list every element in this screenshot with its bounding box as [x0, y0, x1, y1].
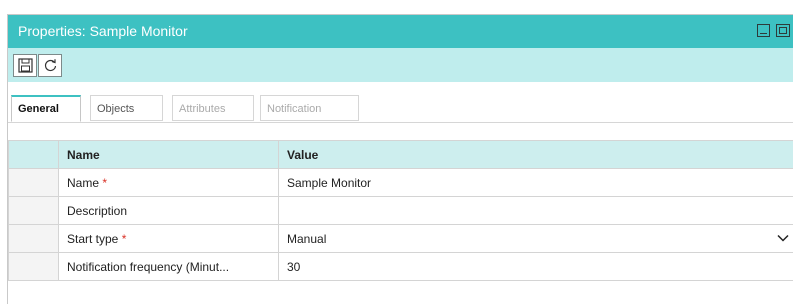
grid-header-row: Name Value — [8, 140, 793, 169]
tab-general[interactable]: General — [11, 95, 81, 122]
property-name: Name — [67, 175, 100, 190]
column-header-name[interactable]: Name — [58, 140, 279, 169]
maximize-icon[interactable] — [776, 24, 790, 37]
required-marker: * — [121, 231, 127, 246]
table-row[interactable]: Notification frequency (Minut... 30 — [8, 252, 793, 281]
property-name: Start type — [67, 231, 119, 246]
chevron-down-icon[interactable] — [777, 233, 789, 243]
toolbar — [8, 48, 793, 82]
minimize-icon[interactable] — [757, 24, 770, 37]
property-name-cell: Name * — [58, 168, 279, 197]
tab-notification[interactable]: Notification — [260, 95, 359, 121]
properties-window: Properties: Sample Monitor General Objec… — [7, 14, 793, 304]
save-button[interactable] — [13, 54, 37, 77]
property-name-cell: Start type * — [58, 224, 279, 253]
property-name-cell: Description — [58, 196, 279, 225]
row-selector[interactable] — [8, 224, 59, 253]
table-row[interactable]: Name * Sample Monitor — [8, 168, 793, 197]
title-bar: Properties: Sample Monitor — [8, 15, 793, 48]
save-icon — [18, 58, 33, 73]
row-selector[interactable] — [8, 196, 59, 225]
property-value: 30 — [287, 259, 301, 274]
property-name: Notification frequency (Minut... — [67, 259, 230, 274]
property-value-cell[interactable]: Manual — [278, 224, 793, 253]
table-row[interactable]: Start type * Manual — [8, 224, 793, 253]
window-title: Properties: Sample Monitor — [18, 23, 188, 39]
row-header-corner — [8, 140, 59, 169]
properties-grid: Name Value Name * Sample Monitor Descrip… — [8, 140, 793, 281]
property-value-cell[interactable] — [278, 196, 793, 225]
property-value: Sample Monitor — [287, 175, 372, 190]
property-name: Description — [67, 203, 128, 218]
property-value-cell[interactable]: Sample Monitor — [278, 168, 793, 197]
property-value: Manual — [287, 231, 327, 246]
property-name-cell: Notification frequency (Minut... — [58, 252, 279, 281]
tab-divider — [8, 122, 793, 123]
tab-attributes[interactable]: Attributes — [172, 95, 254, 121]
column-header-value[interactable]: Value — [278, 140, 793, 169]
tab-objects[interactable]: Objects — [90, 95, 163, 121]
property-value-cell[interactable]: 30 — [278, 252, 793, 281]
table-row[interactable]: Description — [8, 196, 793, 225]
refresh-icon — [44, 59, 57, 72]
refresh-button[interactable] — [38, 54, 62, 77]
tab-strip: General Objects Attributes Notification — [8, 95, 793, 123]
required-marker: * — [102, 175, 108, 190]
row-selector[interactable] — [8, 252, 59, 281]
row-selector[interactable] — [8, 168, 59, 197]
